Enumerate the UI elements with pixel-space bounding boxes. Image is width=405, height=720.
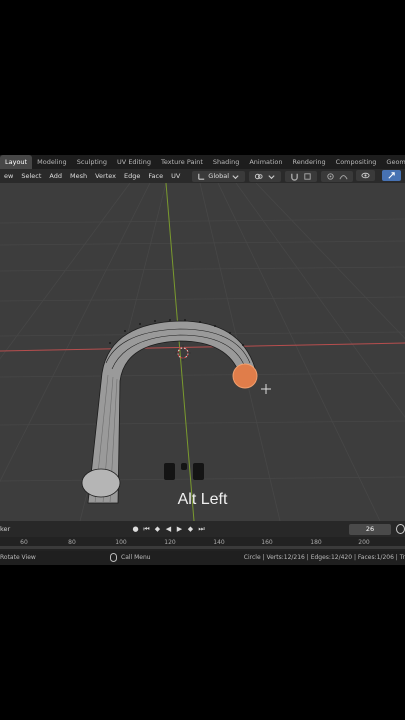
clock-icon[interactable] xyxy=(396,524,405,534)
menu-uv[interactable]: UV xyxy=(167,172,184,180)
status-bar: Rotate View Call Menu Circle | Verts:12/… xyxy=(0,551,405,565)
left-mouse-button-icon xyxy=(164,463,175,480)
workspace-tabs: Layout Modeling Sculpting UV Editing Tex… xyxy=(0,155,405,169)
right-mouse-button-icon xyxy=(193,463,204,480)
tab-uv-editing[interactable]: UV Editing xyxy=(112,155,156,169)
play-button[interactable]: ▶ xyxy=(175,524,184,534)
menu-add[interactable]: Add xyxy=(45,172,66,180)
menu-face[interactable]: Face xyxy=(144,172,167,180)
tab-animation[interactable]: Animation xyxy=(244,155,287,169)
menu-edge[interactable]: Edge xyxy=(120,172,144,180)
visibility-dropdown[interactable] xyxy=(356,170,375,181)
ruler-tick: 180 xyxy=(310,539,322,546)
ruler-tick: 60 xyxy=(20,539,28,546)
transform-orientation-label: Global xyxy=(208,172,230,180)
tab-shading[interactable]: Shading xyxy=(208,155,244,169)
ruler-tick: 200 xyxy=(358,539,370,546)
timeline-header: ker ● ⏮ ◆ ◀ ▶ ◆ ⏭ 26 xyxy=(0,521,405,537)
jump-start-button[interactable]: ⏮ xyxy=(142,524,151,534)
menu-view[interactable]: ew xyxy=(0,172,17,180)
tab-geometry[interactable]: Geometry xyxy=(381,155,405,169)
gizmo-toggle[interactable] xyxy=(382,170,401,181)
falloff-icon xyxy=(339,174,348,179)
gizmo-icon xyxy=(388,172,395,179)
ruler-tick: 120 xyxy=(164,539,176,546)
pivot-point-dropdown[interactable] xyxy=(249,170,282,182)
status-left-hint: Rotate View xyxy=(0,554,36,561)
x-axis-line xyxy=(0,342,405,352)
transform-orientation-dropdown[interactable]: Global xyxy=(192,170,246,182)
ruler-tick: 140 xyxy=(213,539,225,546)
link-icon xyxy=(254,173,263,179)
ruler-tick: 80 xyxy=(68,539,76,546)
mouse-key-indicator xyxy=(164,463,204,480)
magnet-icon xyxy=(291,173,298,181)
tab-sculpting[interactable]: Sculpting xyxy=(72,155,112,169)
scene-statistics: Circle | Verts:12/216 | Edges:12/420 | F… xyxy=(243,554,405,561)
play-reverse-button[interactable]: ◀ xyxy=(164,524,173,534)
timeline-ruler[interactable]: 60 80 100 120 140 160 180 200 xyxy=(0,537,405,551)
tab-compositing[interactable]: Compositing xyxy=(331,155,382,169)
middle-mouse-button-icon xyxy=(181,463,187,470)
ruler-tick: 160 xyxy=(261,539,273,546)
mouse-crosshair-icon xyxy=(261,384,271,394)
prev-keyframe-button[interactable]: ◆ xyxy=(153,524,162,534)
menu-mesh[interactable]: Mesh xyxy=(66,172,91,180)
blender-window: Layout Modeling Sculpting UV Editing Tex… xyxy=(0,155,405,565)
3d-viewport[interactable]: Alt Left xyxy=(0,183,405,521)
snap-target-icon xyxy=(304,172,311,180)
tab-texture-paint[interactable]: Texture Paint xyxy=(156,155,208,169)
record-button[interactable]: ● xyxy=(131,524,140,534)
selected-face[interactable] xyxy=(232,363,258,389)
menu-select[interactable]: Select xyxy=(17,172,45,180)
proportional-icon xyxy=(327,172,334,180)
mouse-icon xyxy=(110,553,117,562)
playback-controls: ● ⏮ ◆ ◀ ▶ ◆ ⏭ xyxy=(131,524,206,534)
eye-icon xyxy=(361,172,370,179)
status-mid-hint: Call Menu xyxy=(110,553,151,562)
menu-vertex[interactable]: Vertex xyxy=(91,172,120,180)
next-keyframe-button[interactable]: ◆ xyxy=(186,524,195,534)
jump-end-button[interactable]: ⏭ xyxy=(197,524,206,534)
timeline-scrollbar[interactable] xyxy=(0,546,405,549)
tab-layout[interactable]: Layout xyxy=(0,155,33,169)
header-right-tools xyxy=(354,170,403,181)
tab-modeling[interactable]: Modeling xyxy=(32,155,72,169)
snap-toggle[interactable] xyxy=(285,170,318,182)
current-frame-field[interactable]: 26 xyxy=(349,524,391,535)
chevron-down-icon xyxy=(232,174,239,179)
ruler-tick: 100 xyxy=(115,539,127,546)
orientation-icon xyxy=(198,173,205,180)
proportional-editing-toggle[interactable] xyxy=(321,170,354,182)
chevron-down-icon xyxy=(268,174,275,179)
viewport-header: ew Select Add Mesh Vertex Edge Face UV G… xyxy=(0,169,405,183)
timeline-marker-menu[interactable]: ker xyxy=(0,525,10,533)
key-hint-label: Alt Left xyxy=(177,491,228,508)
tab-rendering[interactable]: Rendering xyxy=(287,155,330,169)
status-mid-label: Call Menu xyxy=(121,554,151,561)
